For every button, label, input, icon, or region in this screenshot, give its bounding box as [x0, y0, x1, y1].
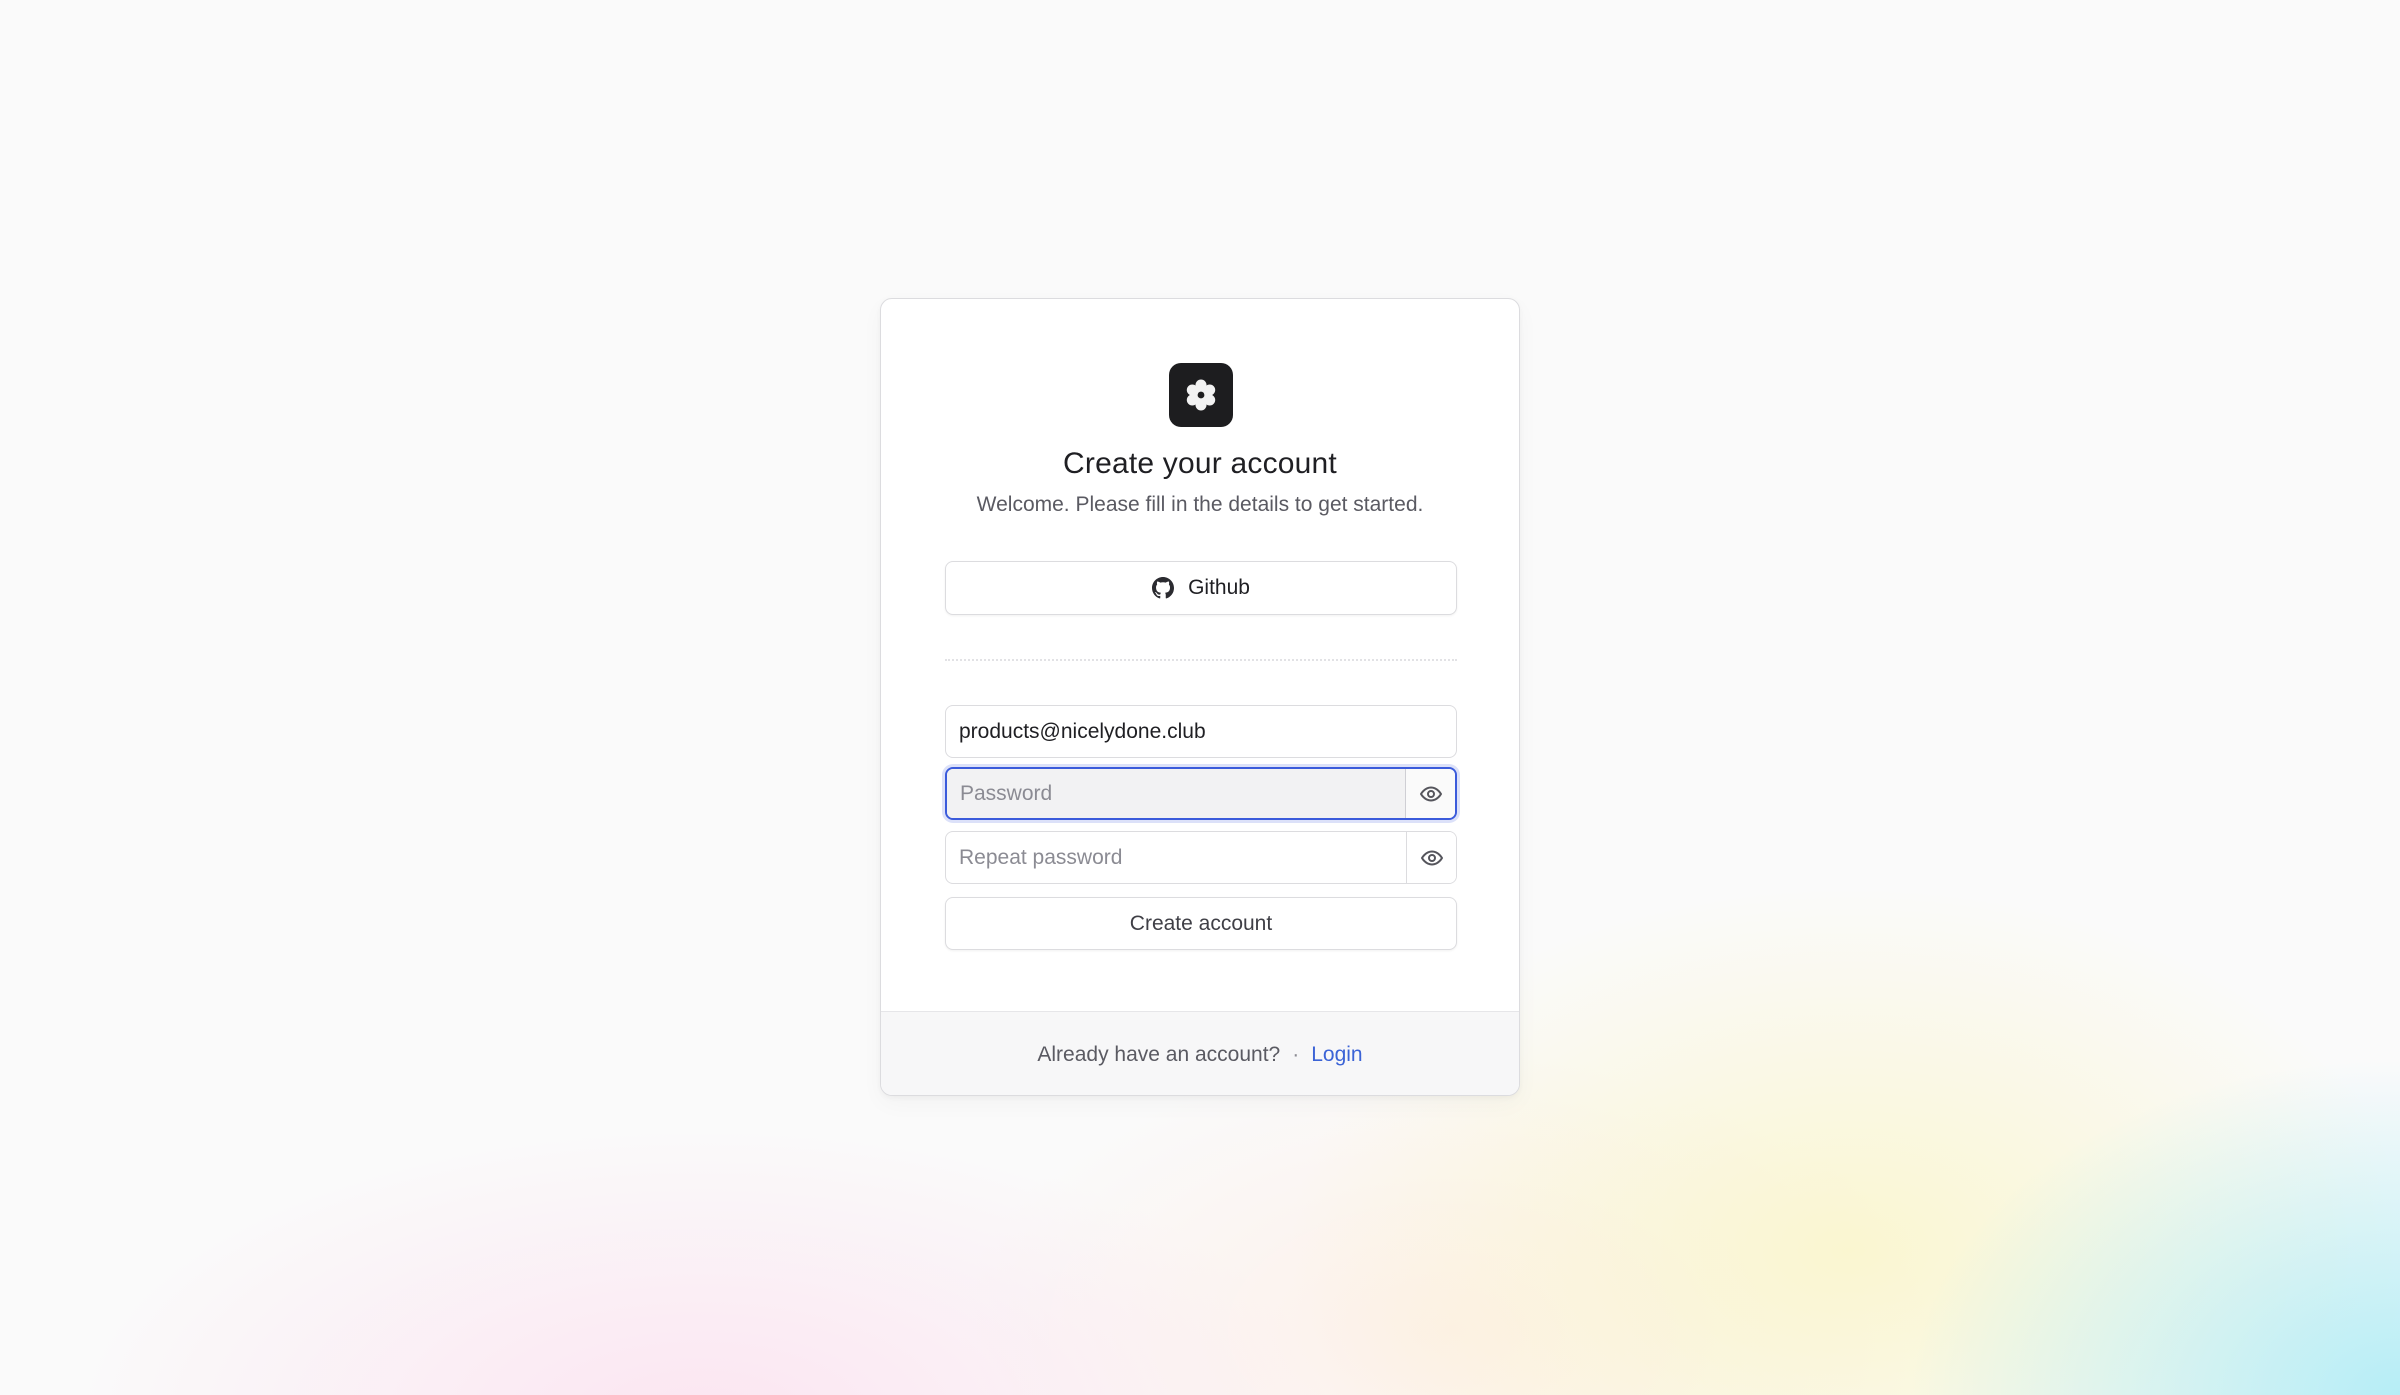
password-input[interactable]	[947, 769, 1405, 818]
eye-icon	[1420, 850, 1443, 865]
github-icon	[1152, 577, 1175, 599]
card-footer: Already have an account? · Login	[881, 1011, 1519, 1095]
github-button[interactable]: Github	[945, 561, 1457, 615]
card-body: Create your account Welcome. Please fill…	[881, 299, 1519, 1011]
show-password-button[interactable]	[1405, 769, 1455, 818]
email-field	[945, 705, 1457, 758]
eye-icon	[1419, 786, 1442, 801]
app-logo	[1169, 363, 1233, 427]
footer-separator: ·	[1292, 1042, 1300, 1066]
login-link[interactable]: Login	[1311, 1043, 1362, 1067]
email-input[interactable]	[946, 706, 1456, 757]
show-repeat-password-button[interactable]	[1406, 832, 1456, 883]
page-title: Create your account	[1063, 447, 1337, 480]
create-account-button[interactable]: Create account	[945, 897, 1457, 950]
password-field	[945, 767, 1457, 820]
flower-logo-icon	[1186, 379, 1216, 411]
github-button-label: Github	[1188, 576, 1250, 599]
repeat-password-input[interactable]	[946, 832, 1406, 883]
repeat-password-field	[945, 831, 1457, 884]
page-subtitle: Welcome. Please fill in the details to g…	[976, 493, 1424, 516]
divider	[945, 659, 1457, 661]
footer-prompt: Already have an account?	[1037, 1042, 1281, 1066]
signup-card: Create your account Welcome. Please fill…	[880, 298, 1520, 1096]
